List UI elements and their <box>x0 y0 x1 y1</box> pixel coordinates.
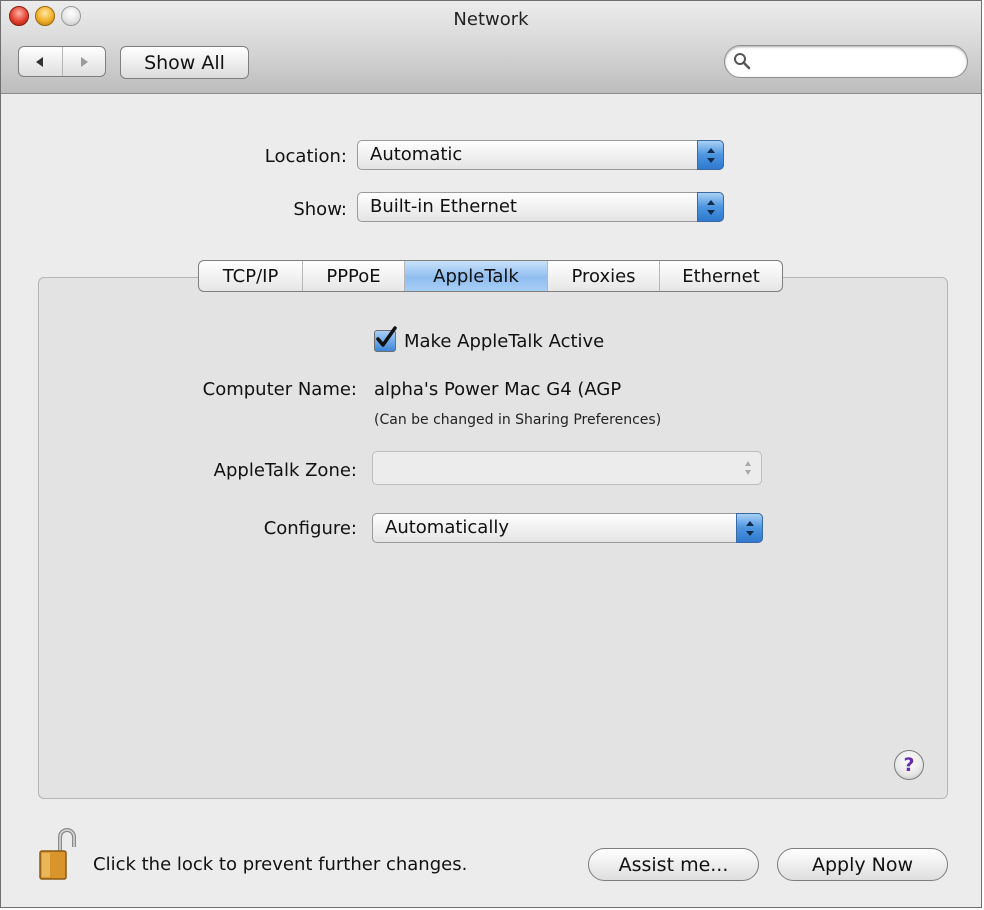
stepper-arrows-icon <box>745 461 751 475</box>
configure-value: Automatically <box>385 517 509 538</box>
appletalk-zone-label: AppleTalk Zone: <box>213 460 357 481</box>
unlocked-padlock-icon[interactable] <box>38 827 78 881</box>
location-value: Automatic <box>370 144 463 165</box>
configure-popup[interactable]: Automatically <box>372 513 763 543</box>
back-forward-control <box>18 46 106 77</box>
tab-bar: TCP/IP PPPoE AppleTalk Proxies Ethernet <box>198 260 783 292</box>
popup-arrows-icon <box>697 192 724 222</box>
computer-name-value: alpha's Power Mac G4 (AGP <box>374 379 622 400</box>
forward-button[interactable] <box>61 47 106 76</box>
appletalk-zone-field <box>372 451 762 485</box>
lock-instruction-text: Click the lock to prevent further change… <box>93 854 468 875</box>
apply-now-button[interactable]: Apply Now <box>777 848 948 881</box>
magnifier-icon <box>734 53 751 70</box>
location-label: Location: <box>264 146 347 167</box>
show-label: Show: <box>293 199 347 220</box>
show-all-button[interactable]: Show All <box>120 46 249 79</box>
show-popup[interactable]: Built-in Ethernet <box>357 192 724 222</box>
title-toolbar: Network Show All <box>1 1 981 94</box>
tab-ethernet[interactable]: Ethernet <box>659 261 782 291</box>
network-preferences-window: Network Show All Location: Automatic Sho… <box>0 0 982 908</box>
tab-tcpip[interactable]: TCP/IP <box>199 261 302 291</box>
make-appletalk-active-label: Make AppleTalk Active <box>404 331 605 352</box>
forward-arrow-icon <box>80 56 88 67</box>
tab-appletalk[interactable]: AppleTalk <box>404 261 547 291</box>
back-arrow-icon <box>36 56 44 67</box>
make-appletalk-active-checkbox[interactable] <box>374 326 397 352</box>
assist-me-button[interactable]: Assist me... <box>588 848 759 881</box>
configure-label: Configure: <box>263 518 357 539</box>
tab-proxies[interactable]: Proxies <box>547 261 659 291</box>
window-title: Network <box>453 9 529 30</box>
search-field[interactable] <box>724 45 968 78</box>
back-button[interactable] <box>19 47 62 76</box>
location-popup[interactable]: Automatic <box>357 140 724 170</box>
checkmark-icon <box>376 326 397 347</box>
show-value: Built-in Ethernet <box>370 196 517 217</box>
computer-name-label: Computer Name: <box>202 379 357 400</box>
tab-pppoe[interactable]: PPPoE <box>302 261 404 291</box>
help-button[interactable]: ? <box>894 750 924 780</box>
computer-name-note: (Can be changed in Sharing Preferences) <box>374 412 662 428</box>
popup-arrows-icon <box>736 513 763 543</box>
popup-arrows-icon <box>697 140 724 170</box>
